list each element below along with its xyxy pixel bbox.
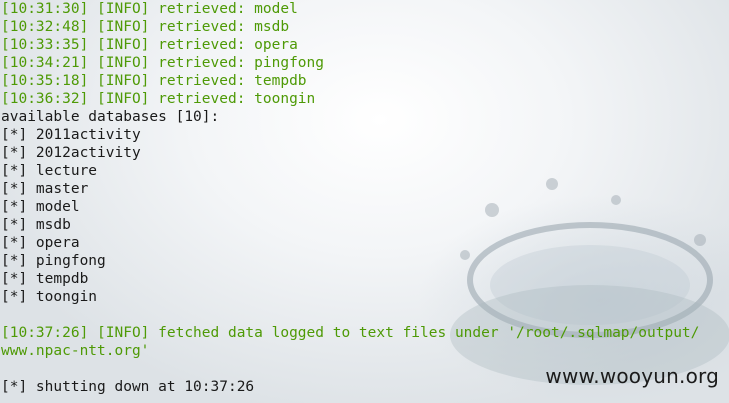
log-line: [10:36:32] [INFO] retrieved: toongin [1, 91, 316, 107]
log-line: [10:34:21] [INFO] retrieved: pingfong [1, 55, 325, 71]
database-item: [*] master [1, 181, 89, 197]
databases-header: available databases [10]: [1, 109, 220, 125]
database-item: [*] lecture [1, 163, 98, 179]
database-item: [*] tempdb [1, 271, 89, 287]
log-line: [10:33:35] [INFO] retrieved: opera [1, 37, 298, 53]
terminal-output: [10:31:30] [INFO] retrieved: model [10:3… [1, 0, 729, 403]
database-item: [*] pingfong [1, 253, 106, 269]
database-item: [*] 2012activity [1, 145, 141, 161]
fetched-data-line: [10:37:26] [INFO] fetched data logged to… [1, 325, 700, 341]
database-item: [*] toongin [1, 289, 98, 305]
database-item: [*] model [1, 199, 80, 215]
database-item: [*] msdb [1, 217, 71, 233]
watermark-text: www.wooyun.org [545, 364, 719, 388]
log-line: [10:35:18] [INFO] retrieved: tempdb [1, 73, 307, 89]
database-item: [*] opera [1, 235, 80, 251]
fetched-data-line-continued: www.npac-ntt.org' [1, 343, 150, 359]
log-line: [10:31:30] [INFO] retrieved: model [1, 1, 298, 17]
log-line: [10:32:48] [INFO] retrieved: msdb [1, 19, 290, 35]
database-item: [*] 2011activity [1, 127, 141, 143]
